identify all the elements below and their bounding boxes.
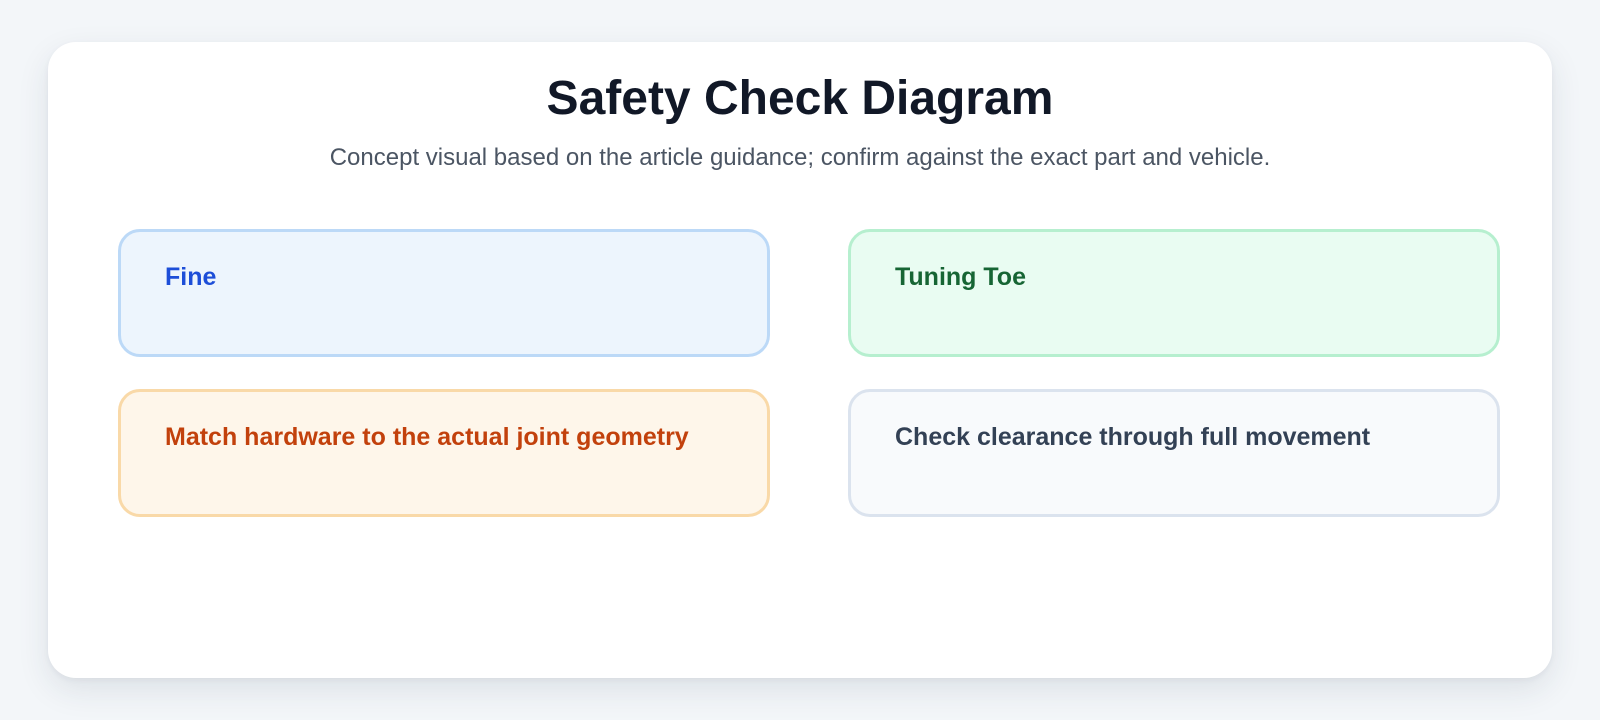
check-box-tuning-toe: Tuning Toe — [848, 229, 1500, 357]
check-box-match-hardware: Match hardware to the actual joint geome… — [118, 389, 770, 517]
check-box-match-hardware-label: Match hardware to the actual joint geome… — [165, 423, 689, 451]
check-box-clearance: Check clearance through full movement — [848, 389, 1500, 517]
check-box-clearance-label: Check clearance through full movement — [895, 423, 1371, 451]
check-box-fine-label: Fine — [165, 263, 217, 291]
diagram-card: Safety Check Diagram Concept visual base… — [48, 42, 1552, 678]
check-box-tuning-toe-label: Tuning Toe — [895, 263, 1026, 291]
diagram-subtitle: Concept visual based on the article guid… — [329, 144, 1271, 171]
diagram-title: Safety Check Diagram — [546, 72, 1054, 125]
check-box-fine: Fine — [118, 229, 770, 357]
